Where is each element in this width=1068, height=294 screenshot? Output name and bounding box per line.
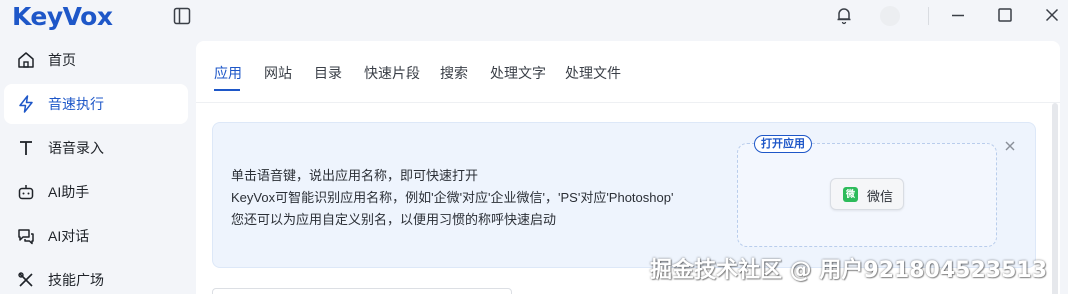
tab-apps[interactable]: 应用 <box>214 63 242 83</box>
sidebar-panel-icon[interactable] <box>172 6 192 26</box>
maximize-icon[interactable] <box>995 5 1015 25</box>
chat-icon <box>16 226 36 246</box>
lightning-icon <box>16 94 36 114</box>
app-logo: KeyVox <box>12 2 113 31</box>
avatar[interactable] <box>880 6 900 26</box>
app-chip-wechat[interactable]: 微 微信 <box>830 178 904 210</box>
sidebar-item-label: 音速执行 <box>48 96 104 112</box>
active-tab-indicator <box>214 89 240 91</box>
hint-line: 单击语音键，说出应用名称，即可快速打开 <box>231 168 479 183</box>
tab-snippets[interactable]: 快速片段 <box>364 63 420 83</box>
sidebar-item-label: 首页 <box>48 52 76 68</box>
tab-process-files[interactable]: 处理文件 <box>565 63 621 83</box>
scrollbar[interactable] <box>1052 103 1058 294</box>
robot-icon <box>16 182 36 202</box>
app-list-card <box>212 288 512 294</box>
sidebar-item-label: 技能广场 <box>48 272 104 288</box>
app-chip-label: 微信 <box>867 189 894 204</box>
sidebar-item-voice-input[interactable]: 语音录入 <box>4 128 188 168</box>
tab-websites[interactable]: 网站 <box>264 63 292 83</box>
hint-card: 单击语音键，说出应用名称，即可快速打开 KeyVox可智能识别应用名称，例如'企… <box>212 122 1036 268</box>
text-t-icon <box>16 138 36 158</box>
minimize-icon[interactable] <box>948 5 968 25</box>
watermark: 掘金技术社区 @ 用户921804523513 <box>650 258 1048 283</box>
sidebar-item-label: AI对话 <box>48 228 90 244</box>
sidebar-item-label: 语音录入 <box>48 140 104 156</box>
sidebar-item-voice-execute[interactable]: 音速执行 <box>4 84 188 124</box>
sidebar-item-skill-plaza[interactable]: 技能广场 <box>4 260 188 294</box>
sidebar-item-ai-assistant[interactable]: AI助手 <box>4 172 188 212</box>
wechat-icon: 微 <box>843 187 858 202</box>
close-icon[interactable] <box>1042 5 1062 25</box>
sidebar-item-ai-chat[interactable]: AI对话 <box>4 216 188 256</box>
close-hint-icon[interactable] <box>1003 139 1017 153</box>
hint-line: KeyVox可智能识别应用名称，例如'企微'对应'企业微信'，'PS'对应'Ph… <box>231 190 674 205</box>
sidebar: 首页 音速执行 语音录入 AI助手 AI对话 技能广场 <box>4 40 188 294</box>
hint-line: 您还可以为应用自定义别名，以便用习惯的称呼快速启动 <box>231 212 557 227</box>
demo-badge: 打开应用 <box>754 135 812 153</box>
sidebar-item-label: AI助手 <box>48 184 90 200</box>
bell-icon[interactable] <box>834 5 854 25</box>
tab-directories[interactable]: 目录 <box>314 63 342 83</box>
tab-bar: 应用 网站 目录 快速片段 搜索 处理文字 处理文件 <box>196 41 1060 103</box>
sidebar-item-home[interactable]: 首页 <box>4 40 188 80</box>
titlebar-divider <box>928 7 929 25</box>
tools-icon <box>16 270 36 290</box>
demo-preview: 打开应用 微 微信 <box>737 135 997 247</box>
tab-search[interactable]: 搜索 <box>440 63 468 83</box>
tab-process-text[interactable]: 处理文字 <box>490 63 546 83</box>
home-icon <box>16 50 36 70</box>
